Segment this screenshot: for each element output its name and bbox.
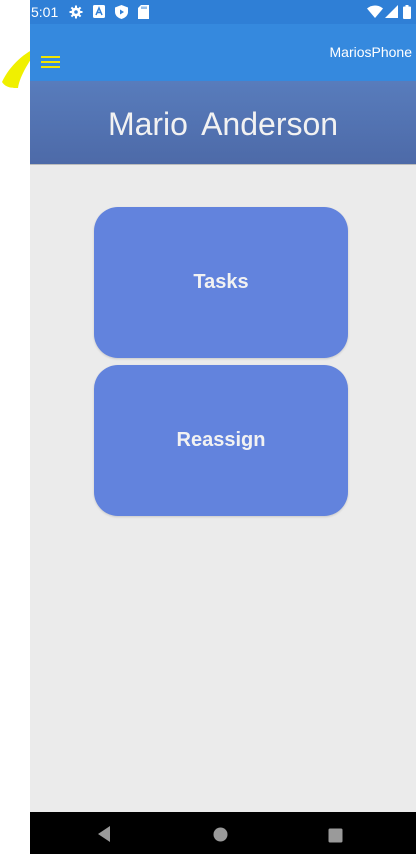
user-name: Mario Anderson — [107, 106, 339, 142]
a-icon — [93, 5, 105, 23]
phone-screen: 5:01 MariosPhone Mario Anderson Tasks Re… — [30, 0, 416, 854]
reassign-label: Reassign — [176, 429, 266, 451]
app-bar: MariosPhone — [30, 24, 416, 81]
tasks-button[interactable]: Tasks — [94, 207, 348, 358]
tasks-label: Tasks — [193, 271, 249, 293]
gear-icon — [69, 5, 83, 24]
user-header: Mario Anderson — [30, 81, 416, 164]
back-icon[interactable] — [96, 825, 112, 848]
status-bar: 5:01 — [30, 0, 416, 24]
battery-icon — [403, 5, 411, 24]
recents-icon[interactable] — [328, 828, 343, 848]
device-name: MariosPhone — [329, 44, 413, 60]
home-icon[interactable] — [213, 827, 228, 847]
hamburger-menu-icon[interactable] — [38, 34, 78, 72]
sd-card-icon — [138, 5, 149, 24]
reassign-button[interactable]: Reassign — [94, 365, 348, 516]
signal-icon — [385, 5, 398, 23]
status-time: 5:01 — [31, 4, 59, 20]
play-protect-icon — [115, 5, 128, 24]
navigation-bar — [30, 812, 416, 854]
wifi-icon — [367, 5, 383, 23]
